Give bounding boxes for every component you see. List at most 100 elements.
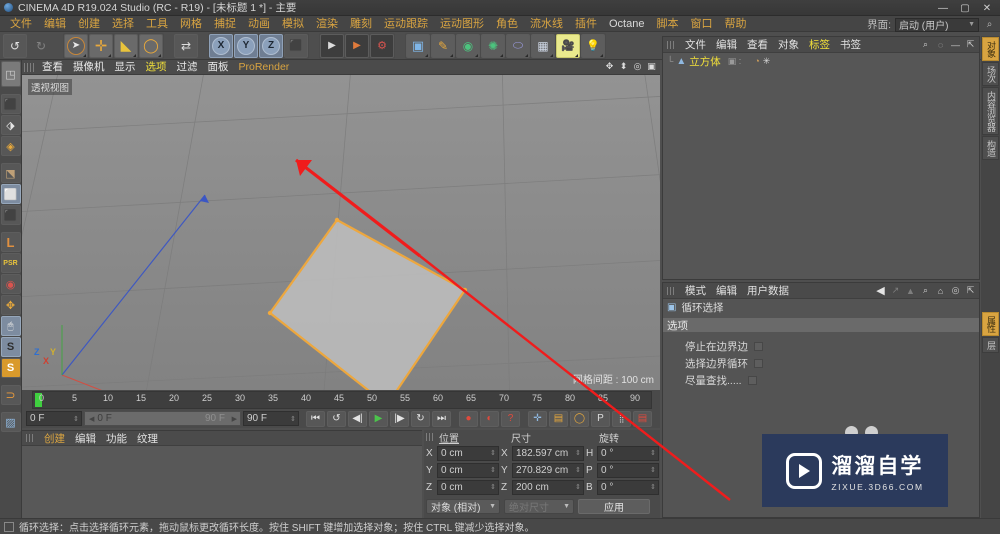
phong-tag-icon[interactable]: ◔ (754, 56, 759, 66)
snap-settings-button[interactable]: 🖱 (0, 316, 21, 336)
object-menu-view[interactable]: 查看 (742, 37, 773, 52)
rotation-h-field[interactable]: 0 ° ⇕ (597, 445, 659, 461)
timeline-toggle-button[interactable]: ▤ (633, 410, 652, 427)
attribute-forward-icon[interactable]: ↗ (890, 285, 901, 296)
material-menu-function[interactable]: 功能 (101, 431, 132, 446)
apply-button[interactable]: 应用 (578, 498, 650, 514)
magnet-tool-button[interactable]: ⊃ (0, 385, 21, 405)
render-settings-button[interactable]: ⚙ (370, 33, 394, 58)
loop-button[interactable]: ↻ (411, 410, 430, 427)
axis-x-button[interactable]: X (209, 33, 233, 58)
material-list[interactable] (22, 445, 422, 519)
material-menu-texture[interactable]: 纹理 (132, 431, 163, 446)
camera-button[interactable]: 🎥 (556, 33, 580, 58)
viewport-canvas[interactable]: 透视视图 网格间距 : 100 cm Z Y X (22, 75, 660, 390)
selection-tool-button[interactable]: ➤ (64, 33, 88, 58)
keyframe-selection-button[interactable]: ? (501, 410, 520, 427)
object-menu-bookmarks[interactable]: 书签 (835, 37, 866, 52)
selection-tag-icon[interactable]: ✳ (763, 56, 771, 67)
menu-motion-tracker[interactable]: 运动跟踪 (378, 16, 434, 32)
menu-character[interactable]: 角色 (490, 16, 524, 32)
menu-window[interactable]: 窗口 (684, 16, 718, 32)
rotate-tool-button[interactable]: ◯ (139, 33, 163, 58)
object-menu-tags[interactable]: 标签 (804, 37, 835, 52)
object-menu-edit[interactable]: 编辑 (711, 37, 742, 52)
menu-render[interactable]: 渲染 (310, 16, 344, 32)
attribute-back-icon[interactable]: ◀ (875, 285, 886, 297)
axis-y-button[interactable]: Y (234, 33, 258, 58)
spinner-icon-2[interactable]: ⇕ (290, 415, 296, 423)
menu-animate[interactable]: 动画 (242, 16, 276, 32)
key-pla-button[interactable]: ⣿ (612, 410, 631, 427)
scene-environment-button[interactable]: ▦ (531, 33, 555, 58)
object-expand-icon[interactable]: ⇱ (965, 39, 976, 50)
menu-plugins[interactable]: 插件 (569, 16, 603, 32)
redo-button[interactable]: ↻ (29, 34, 53, 58)
menu-file[interactable]: 文件 (4, 16, 38, 32)
menu-simulate[interactable]: 模拟 (276, 16, 310, 32)
material-menu-edit[interactable]: 编辑 (70, 431, 101, 446)
option-best-find-checkbox[interactable] (747, 376, 757, 385)
points-mode-button[interactable]: ⬜ (0, 184, 21, 204)
menu-sculpt[interactable]: 雕刻 (344, 16, 378, 32)
coordinates-panel-grip-icon[interactable] (426, 433, 435, 441)
rail-tab-layers[interactable]: 层 (982, 337, 999, 353)
viewport-menu-display[interactable]: 显示 (110, 60, 141, 75)
range-right-arrow-icon[interactable]: ▶ (232, 415, 237, 423)
menu-script[interactable]: 脚本 (650, 16, 684, 32)
position-y-field[interactable]: 0 cm ⇕ (437, 462, 499, 478)
menu-snap[interactable]: 捕捉 (208, 16, 242, 32)
polygons-mode-button[interactable]: ⬛ (0, 205, 21, 225)
panel-grip-icon[interactable] (24, 62, 34, 72)
snap-toggle-button[interactable]: S (0, 337, 21, 357)
viewport-menu-view[interactable]: 查看 (37, 60, 68, 75)
attribute-expand-icon[interactable]: ⇱ (965, 285, 976, 296)
undo-button[interactable]: ↺ (3, 33, 27, 58)
current-frame-field[interactable]: 0 F ⇕ (26, 411, 82, 426)
viewport-maximize-icon[interactable]: ▣ (646, 61, 657, 72)
axis-lock-button[interactable]: ⇄ (174, 33, 198, 58)
preview-range-slider[interactable]: ◀ 0 F 90 F ▶ (84, 411, 241, 426)
model-mode-button[interactable]: ⬛ (0, 94, 21, 114)
viewport-dolly-icon[interactable]: ⬍ (618, 61, 629, 72)
object-axis-button[interactable]: L (0, 232, 21, 252)
object-menu-objects[interactable]: 对象 (773, 37, 804, 52)
deformer-mode-button[interactable]: ◈ (0, 136, 21, 156)
rail-tab-content-browser[interactable]: 内容浏览器 (982, 87, 999, 135)
viewport-pan-icon[interactable]: ✥ (604, 61, 615, 72)
move-tool-button[interactable]: ✛ (89, 33, 113, 58)
key-scale-button[interactable]: ▤ (549, 410, 568, 427)
play-reverse-button[interactable]: ↺ (327, 410, 346, 427)
layout-dropdown[interactable]: 启动 (用户) ▼ (895, 17, 979, 32)
object-name-cube[interactable]: 立方体 (689, 54, 721, 69)
coordinate-system-button[interactable]: ⬛ (284, 33, 308, 58)
viewport-menu-panel[interactable]: 面板 (203, 60, 234, 75)
size-z-field[interactable]: 200 cm ⇕ (512, 479, 584, 495)
spinner-icon[interactable]: ⇕ (73, 415, 79, 423)
viewport-rotate-icon[interactable]: ◎ (632, 61, 643, 72)
timeline-ruler[interactable]: 0 5 10 15 20 25 30 35 40 45 50 55 60 65 … (32, 391, 652, 409)
option-stop-at-boundary-checkbox[interactable] (754, 342, 763, 351)
attribute-menu-mode[interactable]: 模式 (680, 283, 711, 298)
menu-octane[interactable]: Octane (603, 16, 650, 32)
deformer-button[interactable]: ⬭ (506, 33, 530, 58)
size-y-field[interactable]: 270.829 cm ⇕ (512, 462, 584, 478)
cube-primitive-button[interactable]: ▣ (406, 33, 430, 58)
viewport-menu-filter[interactable]: 过滤 (172, 60, 203, 75)
play-button[interactable]: ▶ (369, 410, 388, 427)
object-row-cube[interactable]: └ ▲ 立方体 ▣ : ◔ ✳ (663, 53, 979, 69)
minimize-button[interactable]: — (932, 0, 954, 16)
rotation-b-field[interactable]: 0 ° ⇕ (597, 479, 659, 495)
position-z-field[interactable]: 0 cm ⇕ (437, 479, 499, 495)
key-rotation-button[interactable]: ◯ (570, 410, 589, 427)
material-menu-create[interactable]: 创建 (39, 431, 70, 446)
make-editable-button[interactable]: ◳ (0, 61, 21, 87)
attribute-menu-userdata[interactable]: 用户数据 (742, 283, 794, 298)
attribute-menu-edit[interactable]: 编辑 (711, 283, 742, 298)
menu-tools[interactable]: 工具 (140, 16, 174, 32)
visibility-dots-icon[interactable]: ▣ : (728, 56, 742, 67)
rail-tab-takes[interactable]: 场次 (982, 62, 999, 86)
menu-select[interactable]: 选择 (106, 16, 140, 32)
option-select-boundary-loop[interactable]: 选择边界循环 (663, 355, 979, 372)
object-search-icon[interactable]: ⌕ (920, 39, 931, 50)
